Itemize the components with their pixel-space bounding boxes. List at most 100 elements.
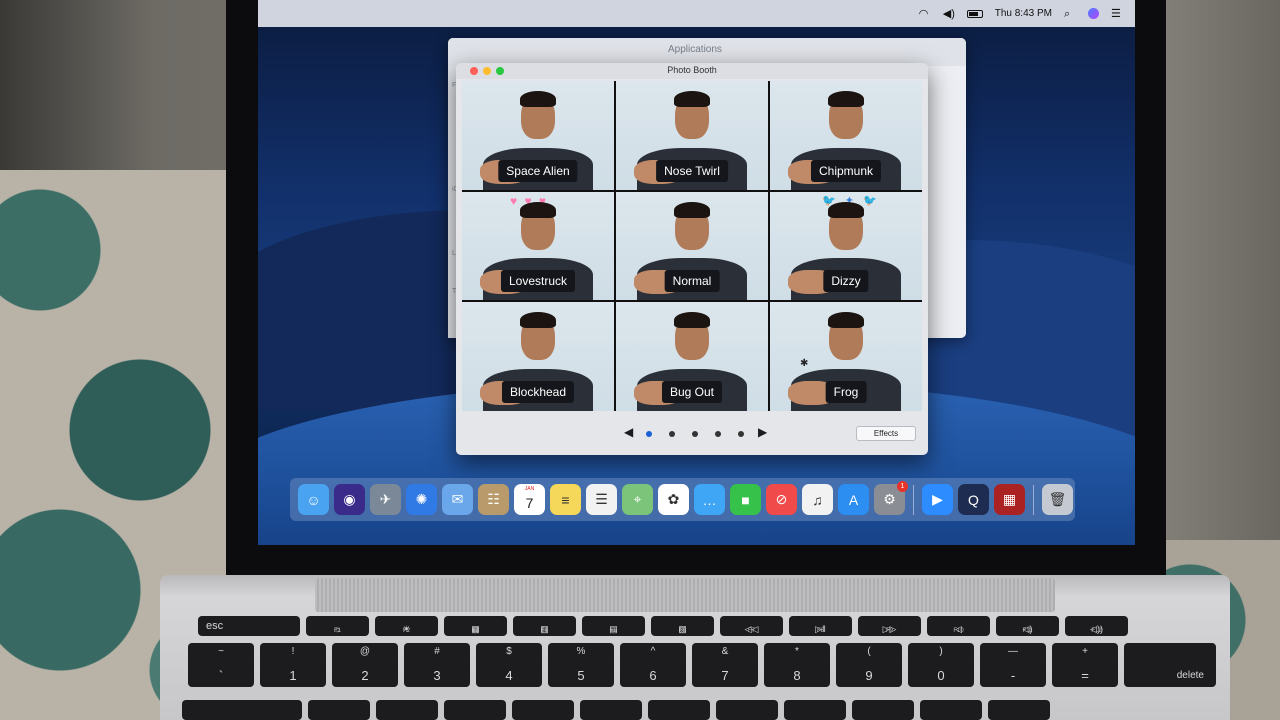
dock-mail-icon[interactable]: ✉ [442,484,473,515]
dock-launchpad-icon[interactable]: ✈ [370,484,401,515]
page-dot[interactable] [715,431,721,437]
effect-tile[interactable]: ✱ Frog [770,302,922,411]
dock-glyph: ■ [741,491,750,508]
key[interactable] [444,700,506,720]
siri-icon[interactable] [1088,8,1099,19]
dock-maps-icon[interactable]: ⌖ [622,484,653,515]
key-f6[interactable]: ▧ F6 [651,616,714,636]
finder-title: Applications [668,44,722,55]
key--[interactable]: — - [980,643,1046,687]
key-f1[interactable]: ☼ F1 [306,616,369,636]
dock-safari-icon[interactable]: ✺ [406,484,437,515]
key-5[interactable]: % 5 [548,643,614,687]
person-hair [520,312,556,329]
dock-finder-icon[interactable]: ☺ [298,484,329,515]
key[interactable] [308,700,370,720]
effect-tile[interactable]: Normal [616,191,768,301]
photo-booth-window[interactable]: Photo Booth Space Alien Nose Twirl Chipmun… [456,63,928,455]
dock-app-store-icon[interactable]: A [838,484,869,515]
page-dot[interactable] [646,431,652,437]
dock-glyph: 🗑 [1048,491,1067,507]
key-shift-label: @ [359,646,371,657]
laptop-screen: ◠ ◀) Thu 8:43 PM ⌕ ☰ Applications Fav iC… [258,0,1135,545]
dock-glyph: ≡ [561,491,570,508]
dock-zoom-icon[interactable]: ▶ [922,484,953,515]
key-label: esc [206,620,224,632]
number-key-row: ~ `! 1 @2 #3 $4% 5 ^ 6 & 7 * 8(9) 0— - + = delete [188,643,1216,687]
key-`[interactable]: ~ ` [188,643,254,687]
dock-siri-icon[interactable]: ◉ [334,484,365,515]
volume-icon[interactable]: ◀) [943,8,955,19]
dock-messages-icon[interactable]: … [694,484,725,515]
key[interactable] [580,700,642,720]
key[interactable] [376,700,438,720]
key-f2[interactable]: ☀ F2 [375,616,438,636]
page-dot[interactable] [738,431,744,437]
effect-tile[interactable]: Space Alien [462,81,614,190]
key-f10[interactable]: ◁ F10 [927,616,990,636]
dock-glyph: ⚙ [883,491,896,507]
effect-tile[interactable]: Bug Out [616,302,768,411]
key[interactable] [852,700,914,720]
key-f4[interactable]: ▥ F4 [513,616,576,636]
effect-tile[interactable]: Blockhead [462,302,614,411]
key-2[interactable]: @2 [332,643,398,687]
dock-trash-icon[interactable]: 🗑 [1042,484,1073,515]
key-8[interactable]: * 8 [764,643,830,687]
key-shift-label: ~ [218,646,224,657]
dock-photo-booth-icon[interactable]: ▦ [994,484,1025,515]
key-f12[interactable]: ◁)) F12 [1065,616,1128,636]
effect-tile[interactable]: ♥ ♥ ♥ Lovestruck [462,191,614,301]
effect-tile[interactable]: 🐦 ✦ 🐦 Dizzy [770,191,922,301]
key-label: F4 [540,628,548,634]
key-label: 5 [577,668,585,683]
key-delete[interactable]: delete [1124,643,1216,687]
key[interactable] [716,700,778,720]
page-dot[interactable] [692,431,698,437]
effects-button[interactable]: Effects [856,426,916,441]
triangle-left-icon[interactable]: ◀ [624,425,633,439]
dock-facetime-icon[interactable]: ■ [730,484,761,515]
key-1[interactable]: ! 1 [260,643,326,687]
triangle-right-icon[interactable]: ▶ [758,425,767,439]
key-f3[interactable]: ▦ F3 [444,616,507,636]
key-f7[interactable]: ◁◁ F7 [720,616,783,636]
key-f9[interactable]: ▷▷ F9 [858,616,921,636]
dock-system-preferences-icon[interactable]: ⚙ 1 [874,481,908,515]
key-label: 2 [361,668,369,683]
wifi-icon[interactable]: ◠ [919,8,931,19]
key-0[interactable]: ) 0 [908,643,974,687]
effect-tile[interactable]: Nose Twirl [616,81,768,190]
key-=[interactable]: + = [1052,643,1118,687]
key[interactable] [988,700,1050,720]
dock-photos-icon[interactable]: ✿ [658,484,689,515]
notification-center-icon[interactable]: ☰ [1111,8,1123,19]
key-f11[interactable]: ◁) F11 [996,616,1059,636]
dock-quicktime-icon[interactable]: Q [958,484,989,515]
key[interactable] [920,700,982,720]
key[interactable] [182,700,302,720]
key-3[interactable]: #3 [404,643,470,687]
dock-reminders-icon[interactable]: ☰ [586,484,617,515]
effect-tile[interactable]: Chipmunk [770,81,922,190]
page-dot[interactable] [669,431,675,437]
battery-icon[interactable] [966,9,983,18]
key-label: 9 [865,668,873,683]
key-esc[interactable]: esc [198,616,300,636]
key-f8[interactable]: ▷‖ F8 [789,616,852,636]
dock-notes-icon[interactable]: ≡ [550,484,581,515]
dock-calendar-icon[interactable]: JAN 7 [514,484,545,515]
key[interactable] [512,700,574,720]
dock-contacts-icon[interactable]: ☷ [478,484,509,515]
key-4[interactable]: $4 [476,643,542,687]
key-6[interactable]: ^ 6 [620,643,686,687]
spotlight-icon[interactable]: ⌕ [1064,8,1076,19]
menu-bar-clock[interactable]: Thu 8:43 PM [995,8,1052,19]
dock-news-icon[interactable]: ⊘ [766,484,797,515]
key-7[interactable]: & 7 [692,643,758,687]
key-f5[interactable]: ▤ F5 [582,616,645,636]
key[interactable] [784,700,846,720]
dock-music-icon[interactable]: ♫ [802,484,833,515]
key-9[interactable]: (9 [836,643,902,687]
key[interactable] [648,700,710,720]
